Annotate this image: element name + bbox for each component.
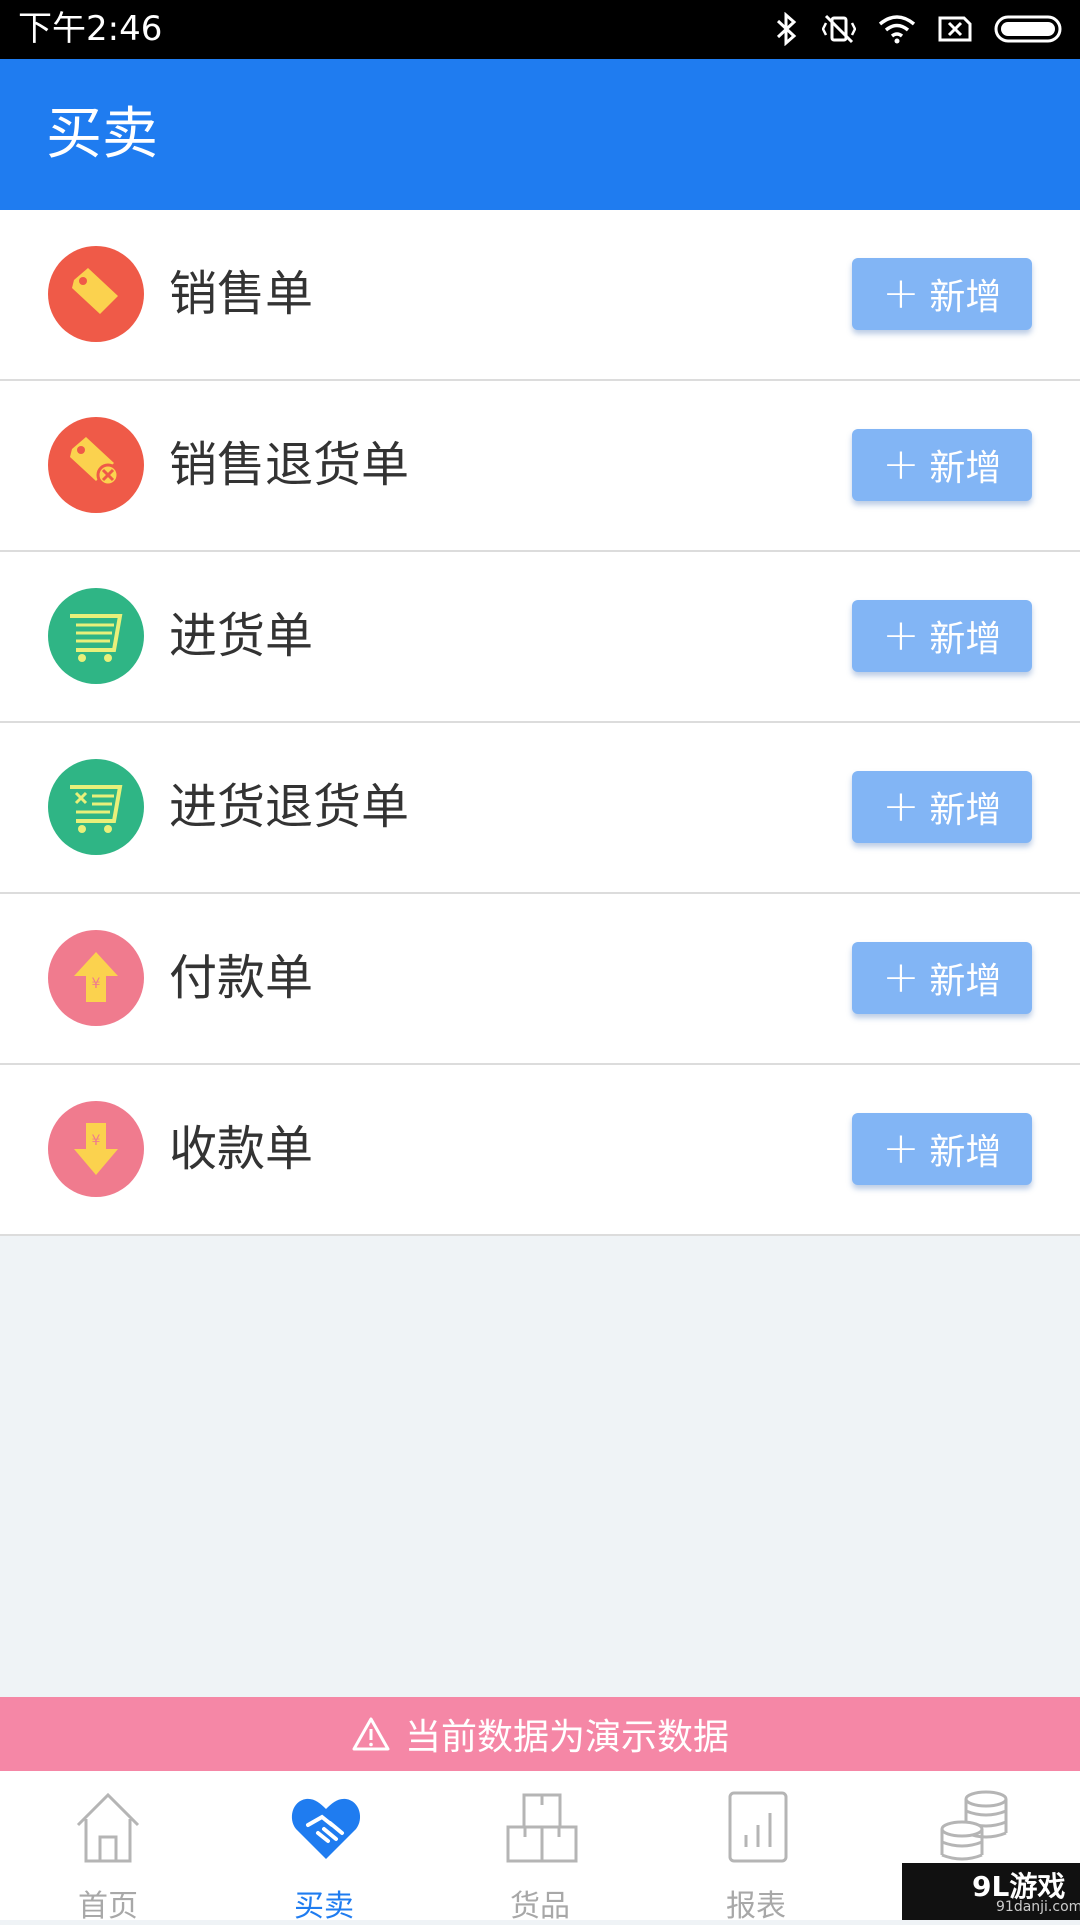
plus-icon: + — [882, 610, 920, 661]
add-payment-button[interactable]: + 新增 — [852, 942, 1032, 1014]
demo-data-banner: 当前数据为演示数据 — [0, 1697, 1080, 1771]
add-purchase-order-button[interactable]: + 新增 — [852, 600, 1032, 672]
add-purchase-return-button[interactable]: + 新增 — [852, 771, 1032, 843]
row-label: 付款单 — [169, 950, 314, 1006]
home-icon — [76, 1792, 140, 1863]
plus-icon: + — [882, 439, 920, 490]
tab-home[interactable]: 首页 — [0, 1771, 216, 1924]
tab-goods[interactable]: 货品 — [432, 1771, 648, 1924]
watermark-sub-text: 91danji.com — [996, 1899, 1080, 1915]
bluetooth-icon — [776, 12, 797, 46]
receipt-down-icon: ¥ — [48, 1101, 144, 1197]
no-sim-icon — [938, 16, 972, 42]
row-label: 销售退货单 — [169, 437, 410, 493]
cart-return-icon — [48, 759, 144, 855]
status-icons — [774, 8, 1066, 50]
tab-trade[interactable]: 买卖 — [216, 1771, 432, 1924]
price-tag-return-icon — [48, 417, 144, 513]
list-item-payment[interactable]: ¥ 付款单 + 新增 — [0, 894, 1080, 1065]
page-title: 买卖 — [46, 102, 158, 167]
list-item-sales-return[interactable]: 销售退货单 + 新增 — [0, 381, 1080, 552]
watermark-logo: 9L游戏 91danji.com — [902, 1863, 1080, 1920]
tab-label: 买卖 — [294, 1889, 354, 1924]
price-tag-icon — [48, 246, 144, 342]
boxes-icon — [506, 1793, 578, 1863]
row-label: 销售单 — [169, 266, 314, 322]
vibrate-off-icon — [822, 14, 856, 44]
wifi-icon — [878, 15, 916, 44]
tab-label: 首页 — [78, 1889, 138, 1924]
tab-reports[interactable]: 报表 — [648, 1771, 864, 1924]
document-type-list: 销售单 + 新增 销售退货单 + 新增 进货单 + 新增 进货退货单 + 新增 … — [0, 210, 1080, 1236]
warning-icon — [352, 1717, 390, 1751]
plus-icon: + — [882, 1123, 920, 1174]
svg-text:¥: ¥ — [92, 1133, 101, 1149]
svg-text:¥: ¥ — [92, 976, 101, 992]
list-item-purchase-order[interactable]: 进货单 + 新增 — [0, 552, 1080, 723]
row-label: 进货退货单 — [169, 779, 410, 835]
plus-icon: + — [882, 952, 920, 1003]
row-label: 进货单 — [169, 608, 314, 664]
banner-text: 当前数据为演示数据 — [404, 1717, 729, 1758]
add-receipt-button[interactable]: + 新增 — [852, 1113, 1032, 1185]
plus-icon: + — [882, 781, 920, 832]
tab-label: 报表 — [726, 1889, 786, 1924]
tab-label: 货品 — [510, 1889, 570, 1924]
list-item-sales-order[interactable]: 销售单 + 新增 — [0, 210, 1080, 381]
add-sales-order-button[interactable]: + 新增 — [852, 258, 1032, 330]
list-item-purchase-return[interactable]: 进货退货单 + 新增 — [0, 723, 1080, 894]
status-time: 下午2:46 — [18, 9, 163, 49]
cart-icon — [48, 588, 144, 684]
coins-icon — [940, 1790, 1008, 1861]
status-bar: 下午2:46 — [0, 0, 1080, 59]
add-sales-return-button[interactable]: + 新增 — [852, 429, 1032, 501]
payment-up-icon: ¥ — [48, 930, 144, 1026]
handshake-icon — [291, 1798, 361, 1859]
list-item-receipt[interactable]: ¥ 收款单 + 新增 — [0, 1065, 1080, 1236]
plus-icon: + — [882, 268, 920, 319]
row-label: 收款单 — [169, 1121, 314, 1177]
report-chart-icon — [728, 1791, 788, 1863]
app-bar: 买卖 — [0, 59, 1080, 210]
battery-icon — [994, 15, 1062, 43]
